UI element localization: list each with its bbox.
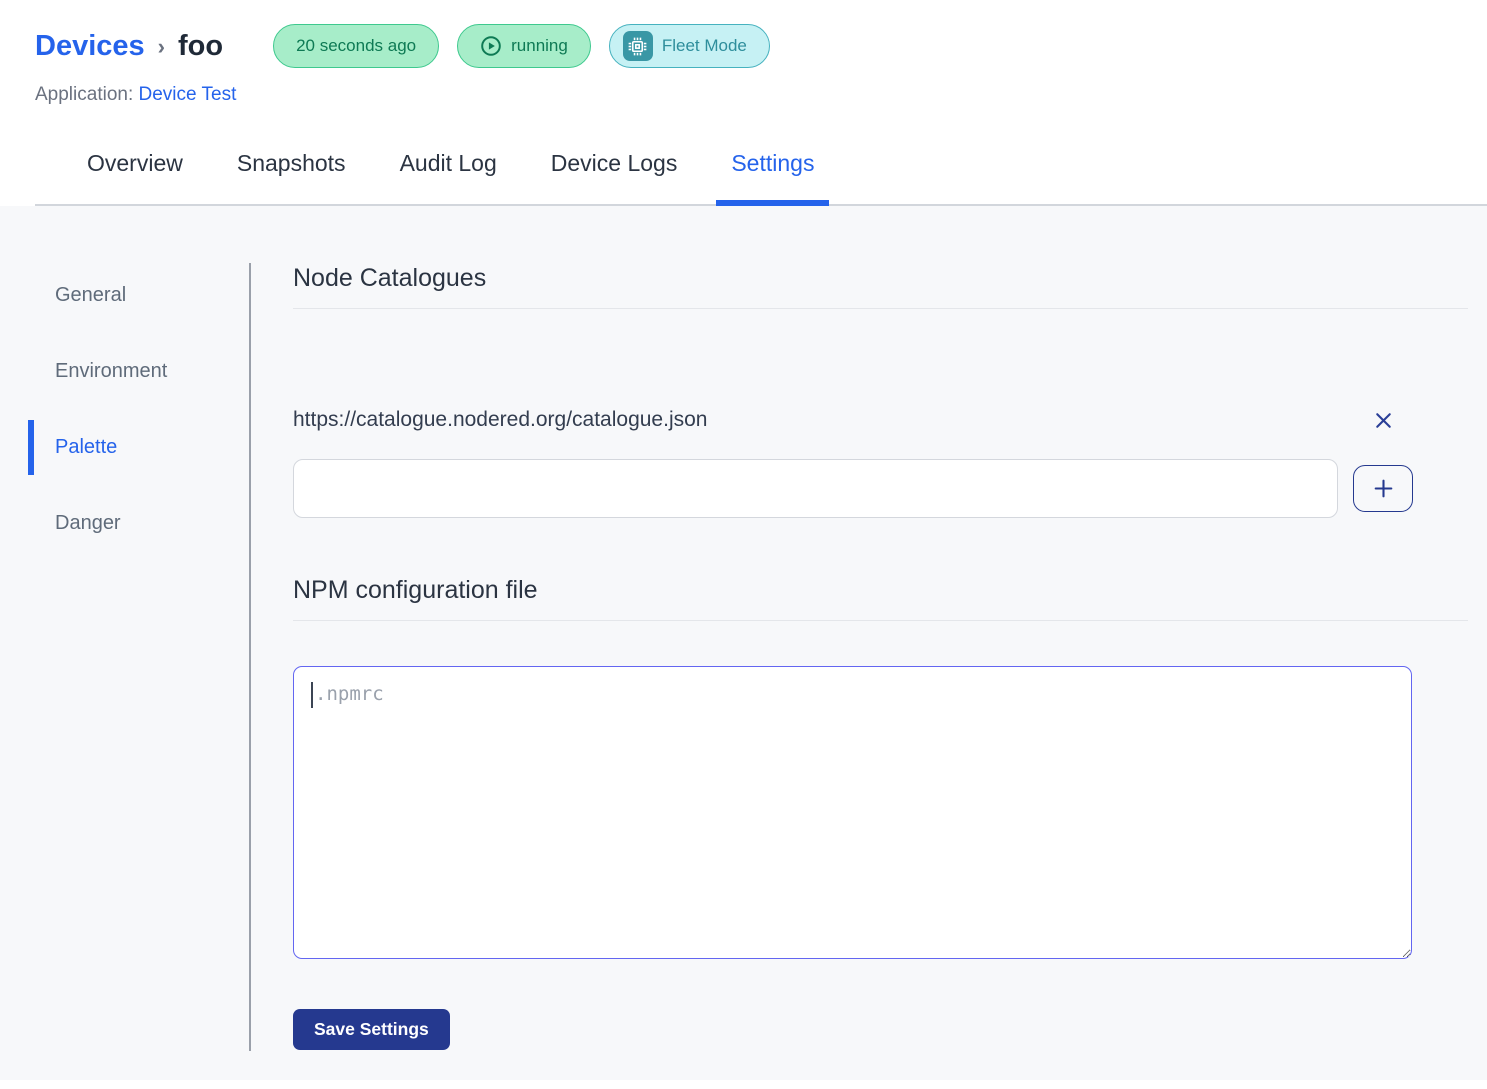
tab-device-logs[interactable]: Device Logs	[536, 150, 693, 206]
breadcrumb-current-device: foo	[178, 30, 223, 63]
npm-config-title: NPM configuration file	[293, 576, 1468, 605]
section-divider	[293, 620, 1468, 621]
play-circle-icon	[480, 35, 502, 57]
remove-catalogue-button[interactable]	[1353, 405, 1413, 435]
breadcrumb-devices-link[interactable]: Devices	[35, 30, 145, 63]
npm-config-section: NPM configuration file	[293, 576, 1468, 621]
settings-sidebar: General Environment Palette Danger	[0, 206, 250, 1080]
sidebar-item-danger[interactable]: Danger	[0, 498, 250, 549]
palette-settings-panel: Node Catalogues https://catalogue.nodere…	[293, 206, 1468, 1080]
tab-snapshots[interactable]: Snapshots	[222, 150, 361, 206]
node-catalogues-title: Node Catalogues	[293, 264, 1468, 293]
add-catalogue-button[interactable]	[1353, 465, 1413, 512]
section-divider	[293, 308, 1468, 309]
tab-audit-log[interactable]: Audit Log	[385, 150, 512, 206]
add-catalogue-row	[293, 459, 1413, 518]
sidebar-item-environment[interactable]: Environment	[0, 346, 250, 397]
tab-overview[interactable]: Overview	[72, 150, 198, 206]
new-catalogue-input[interactable]	[293, 459, 1338, 518]
catalogue-url-text: https://catalogue.nodered.org/catalogue.…	[293, 408, 707, 432]
close-icon	[1371, 408, 1396, 433]
breadcrumb: Devices › foo 20 seconds ago running	[35, 24, 1487, 68]
device-tabs: Overview Snapshots Audit Log Device Logs…	[35, 150, 1487, 206]
last-seen-badge-label: 20 seconds ago	[296, 36, 416, 56]
sidebar-item-palette[interactable]: Palette	[0, 422, 250, 473]
status-badges: 20 seconds ago running	[273, 24, 770, 68]
npmrc-textarea[interactable]	[293, 666, 1412, 959]
status-badge-label: running	[511, 36, 568, 56]
catalogue-entry-row: https://catalogue.nodered.org/catalogue.…	[293, 405, 1413, 435]
save-settings-button[interactable]: Save Settings	[293, 1009, 450, 1050]
breadcrumb-separator-icon: ›	[158, 34, 165, 60]
mode-badge-label: Fleet Mode	[662, 36, 747, 56]
sidebar-item-general[interactable]: General	[0, 270, 250, 321]
chip-icon	[623, 31, 653, 61]
mode-badge: Fleet Mode	[609, 24, 770, 68]
application-link[interactable]: Device Test	[139, 84, 237, 105]
page-header: Devices › foo 20 seconds ago running	[0, 0, 1487, 206]
npmrc-editor-wrap	[293, 666, 1412, 959]
sidebar-divider	[249, 263, 251, 1051]
plus-icon	[1371, 476, 1396, 501]
status-badge: running	[457, 24, 591, 68]
application-label: Application:	[35, 84, 133, 105]
settings-content: General Environment Palette Danger Node …	[0, 206, 1487, 1080]
last-seen-badge: 20 seconds ago	[273, 24, 439, 68]
application-row: Application: Device Test	[35, 84, 1487, 106]
tab-settings[interactable]: Settings	[716, 150, 829, 206]
